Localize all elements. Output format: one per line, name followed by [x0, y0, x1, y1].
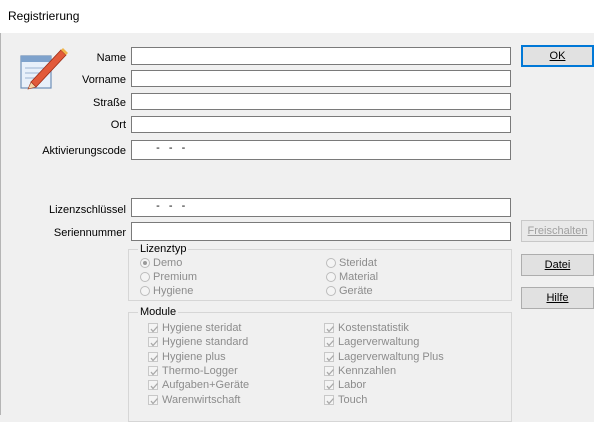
vorname-field[interactable]	[131, 70, 511, 87]
module-checkbox[interactable]: Hygiene standard	[148, 336, 248, 349]
radio-demo[interactable]: Demo	[140, 257, 182, 270]
hilfe-button-label: Hilfe	[546, 292, 569, 304]
module-checkbox-label: Warenwirtschaft	[162, 393, 241, 406]
module-checkbox-label: Hygiene plus	[162, 350, 226, 363]
lizenztyp-title: Lizenztyp	[138, 243, 189, 255]
module-checkbox-label: Lagerverwaltung Plus	[338, 350, 444, 363]
freischalten-button-label: Freischalten	[527, 225, 588, 237]
radio-premium-label: Premium	[153, 271, 198, 283]
radio-demo-label: Demo	[153, 257, 183, 269]
lizenzschluessel-label: Lizenzschlüssel	[48, 204, 126, 216]
checkmark-icon	[148, 351, 158, 362]
hilfe-button[interactable]: Hilfe	[521, 287, 594, 309]
module-checkbox[interactable]: Lagerverwaltung Plus	[324, 351, 444, 364]
checkmark-icon	[324, 337, 334, 348]
ort-label: Ort	[110, 119, 126, 131]
module-checkbox[interactable]: Aufgaben+Geräte	[148, 379, 249, 392]
module-checkbox[interactable]: Thermo-Logger	[148, 365, 238, 378]
module-checkbox-label: Hygiene steridat	[162, 322, 242, 334]
module-checkbox-label: Touch	[338, 393, 368, 406]
radio-material-label: Material	[339, 271, 379, 283]
module-checkbox-label: Labor	[338, 379, 367, 392]
radio-steridat-label: Steridat	[339, 257, 377, 269]
checkmark-icon	[324, 351, 334, 362]
checkmark-icon	[324, 323, 334, 333]
module-checkbox[interactable]: Hygiene plus	[148, 351, 226, 364]
module-checkbox[interactable]: Kennzahlen	[324, 365, 396, 378]
vorname-label: Vorname	[81, 74, 126, 86]
radio-hygiene[interactable]: Hygiene	[140, 285, 193, 298]
checkmark-icon	[148, 323, 158, 333]
radio-steridat[interactable]: Steridat	[326, 257, 377, 270]
seriennummer-label: Seriennummer	[53, 227, 126, 239]
aktivierungscode-field[interactable]: - - -	[131, 140, 511, 160]
seriennummer-field[interactable]	[131, 222, 511, 241]
checkmark-icon	[324, 365, 334, 376]
module-checkbox[interactable]: Labor	[324, 379, 366, 392]
radio-geraete-label: Geräte	[339, 285, 373, 297]
datei-button-label: Datei	[544, 259, 571, 271]
radio-icon	[326, 258, 336, 268]
ok-button[interactable]: OK	[521, 45, 594, 67]
radio-hygiene-label: Hygiene	[153, 285, 194, 297]
name-label: Name	[96, 52, 126, 64]
radio-geraete[interactable]: Geräte	[326, 285, 373, 298]
checkmark-icon	[148, 365, 158, 376]
module-checkbox[interactable]: Hygiene steridat	[148, 322, 242, 335]
strasse-label: Straße	[92, 97, 126, 109]
module-checkbox-label: Hygiene standard	[162, 336, 249, 349]
module-checkbox-label: Thermo-Logger	[162, 364, 238, 377]
name-field[interactable]	[131, 47, 511, 65]
title-bar: Registrierung	[0, 0, 594, 33]
aktivierungscode-label: Aktivierungscode	[42, 145, 126, 157]
module-checkbox-label: Aufgaben+Geräte	[162, 379, 250, 392]
freischalten-button[interactable]: Freischalten	[521, 220, 594, 242]
checkmark-icon	[324, 380, 334, 391]
window-border	[0, 33, 1, 415]
module-checkbox[interactable]: Lagerverwaltung	[324, 336, 419, 349]
radio-selected-icon	[140, 258, 150, 268]
ok-button-label: OK	[549, 50, 566, 62]
module-title: Module	[138, 306, 179, 318]
lizenzschluessel-field[interactable]: - - -	[131, 198, 511, 217]
module-checkbox-label: Kostenstatistik	[338, 322, 409, 334]
window-title: Registrierung	[8, 9, 80, 23]
strasse-field[interactable]	[131, 93, 511, 110]
datei-button[interactable]: Datei	[521, 254, 594, 276]
checkmark-icon	[148, 380, 158, 391]
radio-premium[interactable]: Premium	[140, 271, 197, 284]
ort-field[interactable]	[131, 116, 511, 133]
checkmark-icon	[148, 337, 158, 348]
radio-icon	[140, 272, 150, 282]
radio-icon	[326, 286, 336, 296]
module-checkbox[interactable]: Warenwirtschaft	[148, 394, 240, 407]
module-checkbox-label: Kennzahlen	[338, 364, 397, 377]
radio-icon	[326, 272, 336, 282]
radio-icon	[140, 286, 150, 296]
checkmark-icon	[324, 394, 334, 405]
module-checkbox-label: Lagerverwaltung	[338, 336, 420, 349]
checkmark-icon	[148, 394, 158, 405]
radio-material[interactable]: Material	[326, 271, 378, 284]
module-checkbox[interactable]: Kostenstatistik	[324, 322, 409, 335]
module-checkbox[interactable]: Touch	[324, 394, 367, 407]
